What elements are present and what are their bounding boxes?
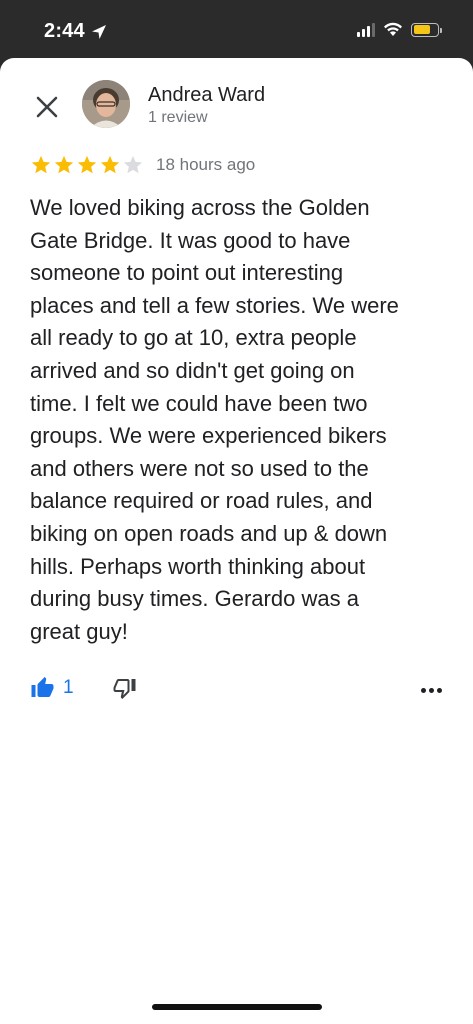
- close-icon: [36, 96, 58, 118]
- status-bar: 2:44: [0, 0, 473, 62]
- review-actions: 1: [30, 676, 442, 706]
- avatar-photo: [82, 80, 130, 128]
- status-time: 2:44: [44, 20, 107, 43]
- more-icon-dot: [429, 687, 434, 693]
- close-button[interactable]: [30, 90, 64, 124]
- review-sheet: Andrea Ward 1 review 18 hours ago We lov…: [0, 58, 473, 1024]
- like-count: 1: [63, 677, 74, 698]
- dislike-button[interactable]: [112, 676, 137, 705]
- more-options-button[interactable]: [421, 680, 442, 700]
- location-arrow-icon: [91, 24, 106, 39]
- more-icon-dot: [421, 687, 426, 693]
- home-indicator[interactable]: [152, 1004, 322, 1010]
- star-filled-icon: [31, 155, 51, 174]
- author-name[interactable]: Andrea Ward: [148, 84, 265, 107]
- thumbs-down-icon: [113, 679, 136, 699]
- battery-level: [413, 25, 430, 34]
- clock: 2:44: [44, 20, 85, 42]
- avatar[interactable]: [82, 80, 130, 128]
- review-time: 18 hours ago: [156, 155, 256, 174]
- wifi-icon: [384, 22, 402, 36]
- like-button[interactable]: 1: [30, 676, 74, 700]
- author-review-count: 1 review: [148, 109, 208, 126]
- thumbs-up-icon: [31, 677, 54, 697]
- star-filled-icon: [100, 155, 120, 174]
- star-filled-icon: [77, 155, 97, 174]
- rating-row: 18 hours ago: [30, 154, 255, 176]
- star-empty-icon: [123, 155, 143, 174]
- more-icon-dot: [437, 687, 442, 693]
- star-rating: [30, 154, 144, 176]
- status-icons: [357, 22, 442, 37]
- star-filled-icon: [54, 155, 74, 174]
- battery-icon: [411, 22, 442, 37]
- cellular-signal-icon: [357, 22, 375, 37]
- review-text: We loved biking across the Golden Gate B…: [30, 195, 399, 644]
